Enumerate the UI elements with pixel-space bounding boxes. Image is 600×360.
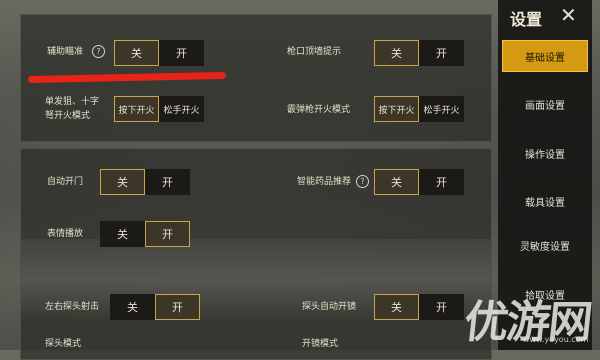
aim-assist-on-option[interactable]: 开 <box>159 40 204 66</box>
smart-medicine-on-option[interactable]: 开 <box>419 169 464 195</box>
auto-door-off-option[interactable]: 关 <box>100 169 145 195</box>
single-fire-label-line2: 弩开火模式 <box>45 111 91 121</box>
smart-medicine-label: 智能药品推荐 <box>297 177 352 187</box>
scatter-fire-toggle[interactable]: 按下开火 松手开火 <box>374 96 464 122</box>
single-fire-press-option[interactable]: 按下开火 <box>114 96 159 122</box>
help-icon[interactable]: ? <box>92 45 105 58</box>
lean-auto-scope-off-option[interactable]: 关 <box>374 294 419 320</box>
scope-mode-label: 开镜模式 <box>302 339 339 349</box>
lean-fire-label: 左右探头射击 <box>45 302 100 312</box>
muzzle-hint-toggle[interactable]: 关 开 <box>374 40 464 66</box>
auto-door-label: 自动开门 <box>47 177 84 187</box>
nav-sensitivity-settings[interactable]: 灵敏度设置 <box>502 229 588 261</box>
lean-fire-off-option[interactable]: 关 <box>110 294 155 320</box>
aim-assist-label: 辅助瞄准 <box>47 47 84 57</box>
scatter-fire-press-option[interactable]: 按下开火 <box>374 96 419 122</box>
smart-medicine-toggle[interactable]: 关 开 <box>374 169 464 195</box>
smart-medicine-off-option[interactable]: 关 <box>374 169 419 195</box>
lean-auto-scope-label: 探头自动开镜 <box>302 302 357 312</box>
auto-door-on-option[interactable]: 开 <box>145 169 190 195</box>
close-icon[interactable]: ✕ <box>560 3 577 27</box>
lean-fire-toggle[interactable]: 关 开 <box>110 294 200 320</box>
auto-door-toggle[interactable]: 关 开 <box>100 169 190 195</box>
emote-play-off-option[interactable]: 关 <box>100 221 145 247</box>
emote-play-label: 表情播放 <box>47 229 84 239</box>
sidebar-title: 设置 <box>510 10 543 29</box>
scatter-fire-label: 霰弹枪开火模式 <box>287 105 351 115</box>
single-fire-release-option[interactable]: 松手开火 <box>159 96 204 122</box>
aim-assist-toggle[interactable]: 关 开 <box>114 40 204 66</box>
muzzle-hint-on-option[interactable]: 开 <box>419 40 464 66</box>
nav-basic-settings[interactable]: 基础设置 <box>502 40 588 72</box>
watermark-url: www.yoyou.com <box>523 335 589 344</box>
single-fire-toggle[interactable]: 按下开火 松手开火 <box>114 96 204 122</box>
scatter-fire-release-option[interactable]: 松手开火 <box>419 96 464 122</box>
single-fire-label-line1: 单发狙、十字 <box>45 97 100 107</box>
emote-play-on-option[interactable]: 开 <box>145 221 190 247</box>
emote-play-toggle[interactable]: 关 开 <box>100 221 190 247</box>
nav-graphics-settings[interactable]: 画面设置 <box>502 88 588 120</box>
lean-fire-on-option[interactable]: 开 <box>155 294 200 320</box>
aim-assist-off-option[interactable]: 关 <box>114 40 159 66</box>
lean-auto-scope-toggle[interactable]: 关 开 <box>374 294 464 320</box>
muzzle-hint-label: 枪口顶墙提示 <box>287 47 342 57</box>
lean-auto-scope-on-option[interactable]: 开 <box>419 294 464 320</box>
muzzle-hint-off-option[interactable]: 关 <box>374 40 419 66</box>
lean-mode-label: 探头模式 <box>45 339 82 349</box>
nav-vehicle-settings[interactable]: 载具设置 <box>502 185 588 217</box>
nav-controls-settings[interactable]: 操作设置 <box>502 137 588 169</box>
help-icon[interactable]: ? <box>356 175 369 188</box>
